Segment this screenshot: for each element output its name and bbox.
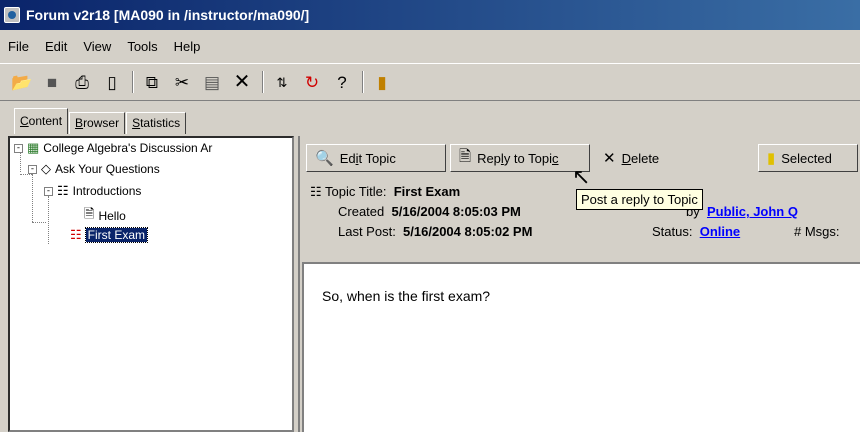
page-icon: 🗎 bbox=[459, 147, 472, 165]
window-title: Forum v2r18 [MA090 in /instructor/ma090/… bbox=[26, 7, 310, 23]
author-link[interactable]: Public, John Q bbox=[707, 204, 798, 219]
menu-edit[interactable]: Edit bbox=[43, 37, 69, 56]
books-icon: ▦ bbox=[27, 140, 40, 155]
menu-help[interactable]: Help bbox=[172, 37, 203, 56]
created-value: 5/16/2004 8:05:03 PM bbox=[391, 204, 521, 219]
help-icon[interactable]: ? bbox=[330, 70, 354, 94]
folder-icon[interactable]: ▯ bbox=[100, 70, 124, 94]
topic-title-value: First Exam bbox=[393, 184, 461, 199]
toolbar: 📂 ■ ⎙ ▯ ⧉ ✂ ▤ ✕ ⇅ ↻ ? ▮ bbox=[0, 64, 860, 101]
save-icon[interactable]: ■ bbox=[40, 70, 64, 94]
mouse-cursor-icon: ↖ bbox=[572, 164, 591, 189]
tree-connector bbox=[32, 222, 46, 223]
tree-node-label: Ask Your Questions bbox=[55, 162, 160, 176]
menu-view[interactable]: View bbox=[81, 37, 113, 56]
view-tabs: Content Browser Statistics bbox=[14, 108, 187, 134]
delete-button[interactable]: ✕ Delete bbox=[594, 144, 754, 172]
status-link[interactable]: Online bbox=[700, 224, 740, 239]
refresh-icon[interactable]: ↻ bbox=[300, 70, 324, 94]
topic-folder-icon: ☷ bbox=[57, 183, 69, 198]
tree-node-root[interactable]: - ▦ College Algebra's Discussion Ar bbox=[14, 140, 212, 156]
tree-connector bbox=[48, 196, 49, 244]
menu-bar: File Edit View Tools Help bbox=[0, 30, 860, 64]
tree-node-label: Hello bbox=[98, 209, 126, 223]
collapse-toggle[interactable]: - bbox=[44, 186, 53, 196]
tree-node-hello[interactable]: 🗎 Hello bbox=[84, 205, 126, 227]
msgs-row: # Msgs: bbox=[794, 224, 840, 239]
app-icon[interactable] bbox=[4, 7, 20, 23]
topic-tree[interactable]: - ▦ College Algebra's Discussion Ar - ◇ … bbox=[8, 136, 294, 432]
tooltip: Post a reply to Topic bbox=[576, 189, 703, 210]
topic-icon: ☷ bbox=[310, 184, 322, 199]
tree-node-label: First Exam bbox=[84, 227, 149, 243]
tree-node-folder[interactable]: - ☷ Introductions bbox=[44, 183, 141, 199]
exit-icon[interactable]: ▮ bbox=[370, 70, 394, 94]
sort-icon[interactable]: ⇅ bbox=[270, 70, 294, 94]
message-text: So, when is the first exam? bbox=[322, 288, 491, 304]
reply-to-topic-button[interactable]: 🗎 Rep l y to Topi c bbox=[450, 144, 590, 172]
menu-file[interactable]: File bbox=[6, 37, 31, 56]
status-row: Status: Online bbox=[652, 224, 741, 239]
paste-icon[interactable]: ▤ bbox=[200, 70, 224, 94]
magnifier-icon: 🔍 bbox=[315, 150, 334, 167]
open-folder-icon[interactable]: 📂 bbox=[10, 70, 34, 94]
print-icon[interactable]: ⎙ bbox=[70, 70, 94, 94]
tree-node-first-exam[interactable]: ☷ First Exam bbox=[70, 227, 149, 243]
menu-tools[interactable]: Tools bbox=[125, 37, 159, 56]
selected-button[interactable]: ▮ Selected bbox=[758, 144, 858, 172]
tab-content[interactable]: Content bbox=[14, 108, 69, 134]
last-post-value: 5/16/2004 8:05:02 PM bbox=[403, 224, 533, 239]
message-body[interactable]: So, when is the first exam? bbox=[302, 262, 860, 432]
tree-connector bbox=[32, 174, 33, 222]
tab-browser[interactable]: Browser bbox=[69, 112, 126, 134]
topic-title-row: ☷ Topic Title: First Exam bbox=[310, 184, 461, 199]
tab-statistics[interactable]: Statistics bbox=[126, 112, 187, 134]
last-post-row: Last Post: 5/16/2004 8:05:02 PM bbox=[338, 224, 533, 239]
delete-icon[interactable]: ✕ bbox=[230, 70, 254, 94]
topic-red-icon: ☷ bbox=[70, 227, 82, 242]
cut-icon[interactable]: ✂ bbox=[170, 70, 194, 94]
created-row: Created 5/16/2004 8:05:03 PM bbox=[338, 204, 521, 219]
tree-node-section[interactable]: - ◇ Ask Your Questions bbox=[28, 161, 160, 177]
toolbar-separator bbox=[132, 71, 134, 93]
tree-node-label: Introductions bbox=[72, 184, 142, 198]
section-icon: ◇ bbox=[41, 161, 51, 176]
collapse-toggle[interactable]: - bbox=[14, 143, 23, 153]
copy-icon[interactable]: ⧉ bbox=[140, 70, 164, 94]
toolbar-separator bbox=[262, 71, 264, 93]
x-icon: ✕ bbox=[603, 150, 616, 167]
note-icon: ▮ bbox=[767, 150, 776, 167]
tree-node-label: College Algebra's Discussion Ar bbox=[43, 141, 213, 155]
toolbar-separator bbox=[362, 71, 364, 93]
collapse-toggle[interactable]: - bbox=[28, 164, 37, 174]
title-bar: Forum v2r18 [MA090 in /instructor/ma090/… bbox=[0, 0, 860, 30]
document-icon: 🗎 bbox=[84, 206, 95, 221]
edit-topic-button[interactable]: 🔍 Ed i t Topic bbox=[306, 144, 446, 172]
